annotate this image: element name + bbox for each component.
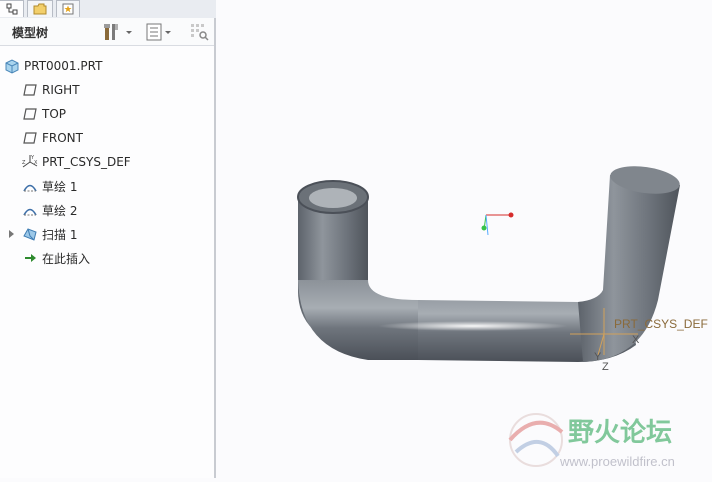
csys-label: PRT_CSYS_DEF	[614, 317, 708, 331]
tab-folder-browser[interactable]	[27, 0, 53, 17]
model-tree-tab-icon	[6, 3, 17, 15]
navigator-tab-bar	[0, 0, 216, 19]
forum-watermark: 野火论坛 www.proewildfire.cn	[508, 413, 675, 469]
panel-title: 模型树	[12, 26, 49, 40]
tree-item-label: PRT_CSYS_DEF	[42, 155, 131, 169]
tree-item-label: PRT0001.PRT	[24, 59, 103, 73]
tree-item-right-plane[interactable]: RIGHT	[22, 79, 80, 101]
pipe-model[interactable]	[297, 162, 681, 362]
grid-search-icon	[191, 24, 209, 41]
tree-item-sweep-1[interactable]: 扫描 1	[6, 223, 77, 245]
tree-item-label: 扫描 1	[42, 227, 78, 242]
tree-item-sketch-2[interactable]: 草绘 2	[22, 199, 77, 221]
watermark-url: www.proewildfire.cn	[559, 454, 675, 469]
tab-model-tree[interactable]	[0, 0, 24, 17]
svg-text:X: X	[34, 160, 38, 166]
svg-text:Z: Z	[22, 160, 26, 166]
axis-z-label: Z	[602, 361, 609, 373]
tree-item-label: 在此插入	[42, 251, 91, 266]
tree-item-sketch-1[interactable]: 草绘 1	[22, 175, 77, 197]
tree-item-insert-here[interactable]: 在此插入	[22, 247, 90, 269]
watermark-title: 野火论坛	[568, 418, 672, 448]
tree-item-top-plane[interactable]: TOP	[22, 103, 66, 125]
axis-x-label: X	[632, 334, 640, 346]
sketch-icon	[23, 208, 37, 216]
chevron-down-icon	[165, 31, 171, 34]
tree-item-front-plane[interactable]: FRONT	[22, 127, 83, 149]
model-tree-panel: 模型树 PRT0001.PRT RIGHT TOP FRONT Y X Z PR…	[0, 18, 216, 478]
sketch-icon	[23, 184, 37, 192]
coordinate-system-icon: Y X Z	[22, 155, 38, 168]
tree-settings-button[interactable]	[102, 22, 134, 42]
datum-plane-icon	[23, 132, 37, 144]
tree-filter-button[interactable]	[189, 22, 211, 42]
expand-triangle-icon[interactable]	[6, 226, 16, 242]
tools-icon	[104, 24, 118, 40]
show-options-button[interactable]	[145, 22, 173, 42]
axis-y-label: Y	[594, 351, 602, 363]
datum-point-marker[interactable]	[481, 212, 514, 236]
tree-item-csys[interactable]: Y X Z PRT_CSYS_DEF	[22, 151, 131, 173]
datum-plane-icon	[23, 84, 37, 96]
watermark-logo-icon	[508, 413, 564, 467]
list-document-icon	[146, 23, 162, 41]
sweep-icon	[23, 228, 37, 241]
tab-favorites[interactable]	[56, 0, 80, 17]
graphics-viewport[interactable]: PRT_CSYS_DEF X Y Z 野火论坛 www.proewildfire…	[218, 0, 712, 478]
tree-item-label: 草绘 1	[42, 179, 78, 194]
tree-item-label: TOP	[42, 107, 67, 121]
chevron-down-icon	[126, 31, 132, 34]
tree-item-label: FRONT	[42, 131, 83, 145]
insert-here-arrow-icon	[25, 254, 36, 262]
datum-plane-icon	[23, 108, 37, 120]
model-tree-header: 模型树	[0, 18, 214, 46]
folder-icon	[33, 3, 47, 15]
tree-item-label: 草绘 2	[42, 203, 78, 218]
favorites-star-icon	[62, 3, 74, 15]
model-canvas: PRT_CSYS_DEF X Y Z 野火论坛 www.proewildfire…	[297, 162, 708, 469]
tree-item-part[interactable]: PRT0001.PRT	[4, 55, 102, 77]
tree-item-label: RIGHT	[42, 83, 80, 97]
part-icon	[5, 59, 19, 74]
